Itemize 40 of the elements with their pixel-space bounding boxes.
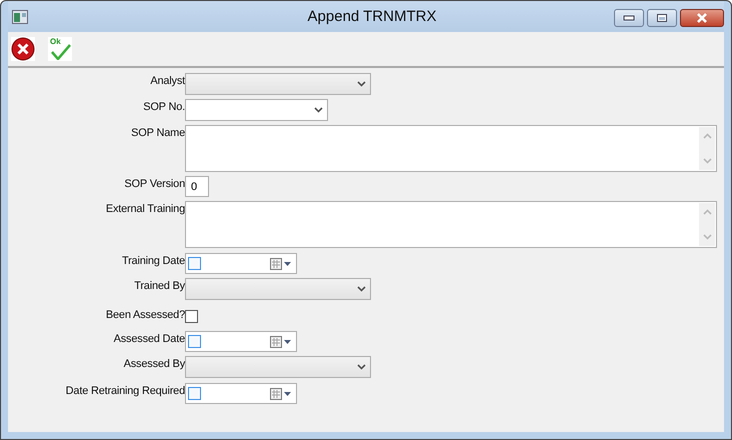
ok-button[interactable]: Ok — [48, 37, 72, 61]
field-label: Assessed Date — [112, 332, 185, 346]
text-area[interactable] — [185, 201, 717, 248]
app-icon — [12, 10, 28, 24]
field-label: Date Retraining Required — [64, 384, 185, 398]
chevron-down-icon — [357, 81, 366, 87]
calendar-icon[interactable] — [270, 336, 292, 348]
chevron-down-icon[interactable] — [702, 158, 712, 164]
close-button[interactable] — [680, 9, 724, 27]
chevron-down-icon — [357, 364, 366, 370]
dropdown-field[interactable] — [185, 99, 328, 121]
text-area[interactable] — [185, 125, 717, 172]
checkbox[interactable] — [188, 257, 201, 270]
calendar-icon[interactable] — [270, 258, 292, 270]
checkbox[interactable] — [185, 310, 198, 323]
cancel-button[interactable] — [11, 37, 35, 61]
field-label: SOP Name — [130, 126, 185, 140]
minimize-button[interactable] — [614, 9, 644, 27]
chevron-up-icon[interactable] — [702, 133, 712, 139]
maximize-icon — [656, 13, 668, 23]
chevron-down-icon — [314, 107, 323, 113]
checkbox[interactable] — [188, 335, 201, 348]
chevron-up-icon[interactable] — [702, 209, 712, 215]
field-label: Training Date — [120, 254, 185, 268]
field-label: Been Assessed? — [104, 308, 185, 322]
field-label: Analyst — [149, 74, 185, 88]
window-title: Append TRNMTRX — [306, 8, 438, 25]
checkbox[interactable] — [188, 387, 201, 400]
calendar-icon[interactable] — [270, 388, 292, 400]
field-label: SOP Version — [123, 177, 185, 191]
close-icon — [695, 13, 709, 23]
maximize-button[interactable] — [647, 9, 677, 27]
chevron-down-icon[interactable] — [702, 234, 712, 240]
number-field[interactable]: 0 — [185, 176, 209, 197]
field-label: External Training — [104, 202, 185, 216]
chevron-down-icon — [357, 286, 366, 292]
field-label: Trained By — [133, 279, 185, 293]
minimize-icon — [623, 15, 635, 21]
field-label: Assessed By — [122, 357, 185, 371]
field-label: SOP No. — [142, 100, 185, 114]
